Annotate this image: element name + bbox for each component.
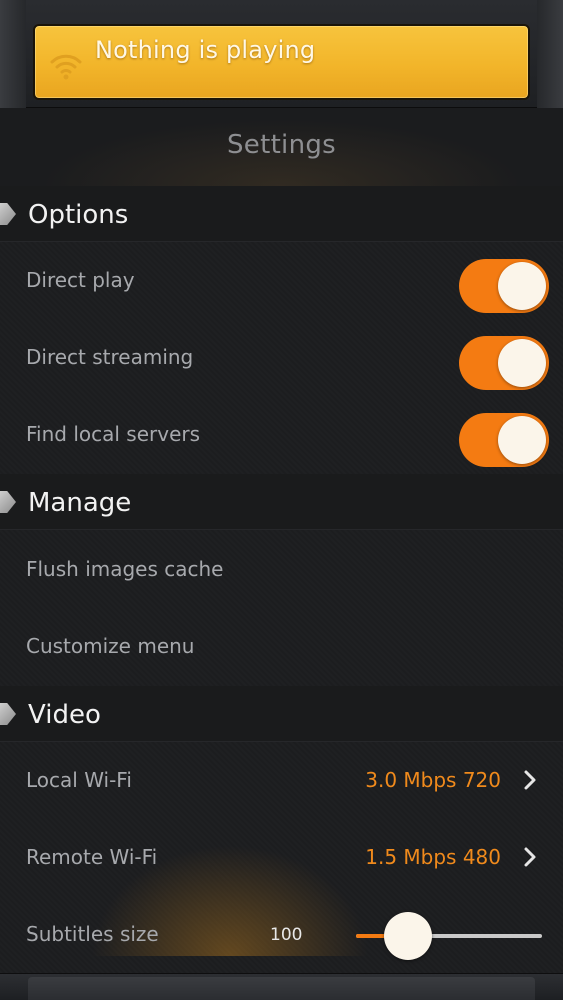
section-label: Video [28,700,101,730]
setting-label: Customize menu [26,634,195,658]
wifi-icon [50,54,82,80]
section-manage: Manage [0,474,563,530]
toggle-knob [498,262,546,310]
setting-label: Flush images cache [26,557,224,581]
section-marker-icon [0,491,16,513]
bottom-frame [0,973,563,1000]
setting-label: Remote Wi-Fi [26,845,158,869]
now-playing-text: Nothing is playing [95,36,316,64]
frame-bracket-left [0,0,26,108]
chevron-right-icon [524,847,536,867]
chevron-right-icon [524,770,536,790]
bottom-frame-inner [28,977,535,1000]
setting-flush-images-cache[interactable]: Flush images cache [0,531,563,609]
setting-value: 3.0 Mbps 720 [365,768,501,792]
page-title: Settings [226,130,337,160]
section-options: Options [0,186,563,242]
now-playing-banner[interactable]: Nothing is playing [33,24,530,100]
setting-label: Subtitles size [26,922,159,946]
setting-label: Direct play [26,268,135,292]
section-label: Manage [28,488,132,518]
setting-label: Find local servers [26,422,201,446]
toggle-knob [498,339,546,387]
subtitles-size-value: 100 [270,925,303,945]
toggle-knob [498,416,546,464]
setting-customize-menu[interactable]: Customize menu [0,608,563,686]
setting-direct-play[interactable]: Direct play [0,242,563,320]
section-marker-icon [0,203,16,225]
setting-label: Direct streaming [26,345,194,369]
direct-streaming-toggle[interactable] [459,336,549,390]
settings-list: Options Direct play Direct streaming Fin… [0,186,563,973]
section-marker-icon [0,703,16,725]
top-frame: Nothing is playing [0,0,563,108]
frame-bracket-right [537,0,563,108]
setting-label: Local Wi-Fi [26,768,132,792]
direct-play-toggle[interactable] [459,259,549,313]
setting-subtitles-size: Subtitles size 100 [0,896,563,974]
setting-value: 1.5 Mbps 480 [365,845,501,869]
setting-find-local-servers[interactable]: Find local servers [0,396,563,474]
setting-local-wifi[interactable]: Local Wi-Fi 3.0 Mbps 720 [0,742,563,820]
setting-remote-wifi[interactable]: Remote Wi-Fi 1.5 Mbps 480 [0,819,563,897]
find-local-servers-toggle[interactable] [459,413,549,467]
settings-header: Settings [0,108,563,186]
section-label: Options [28,200,129,230]
slider-thumb[interactable] [384,912,432,960]
section-video: Video [0,686,563,742]
setting-direct-streaming[interactable]: Direct streaming [0,319,563,397]
